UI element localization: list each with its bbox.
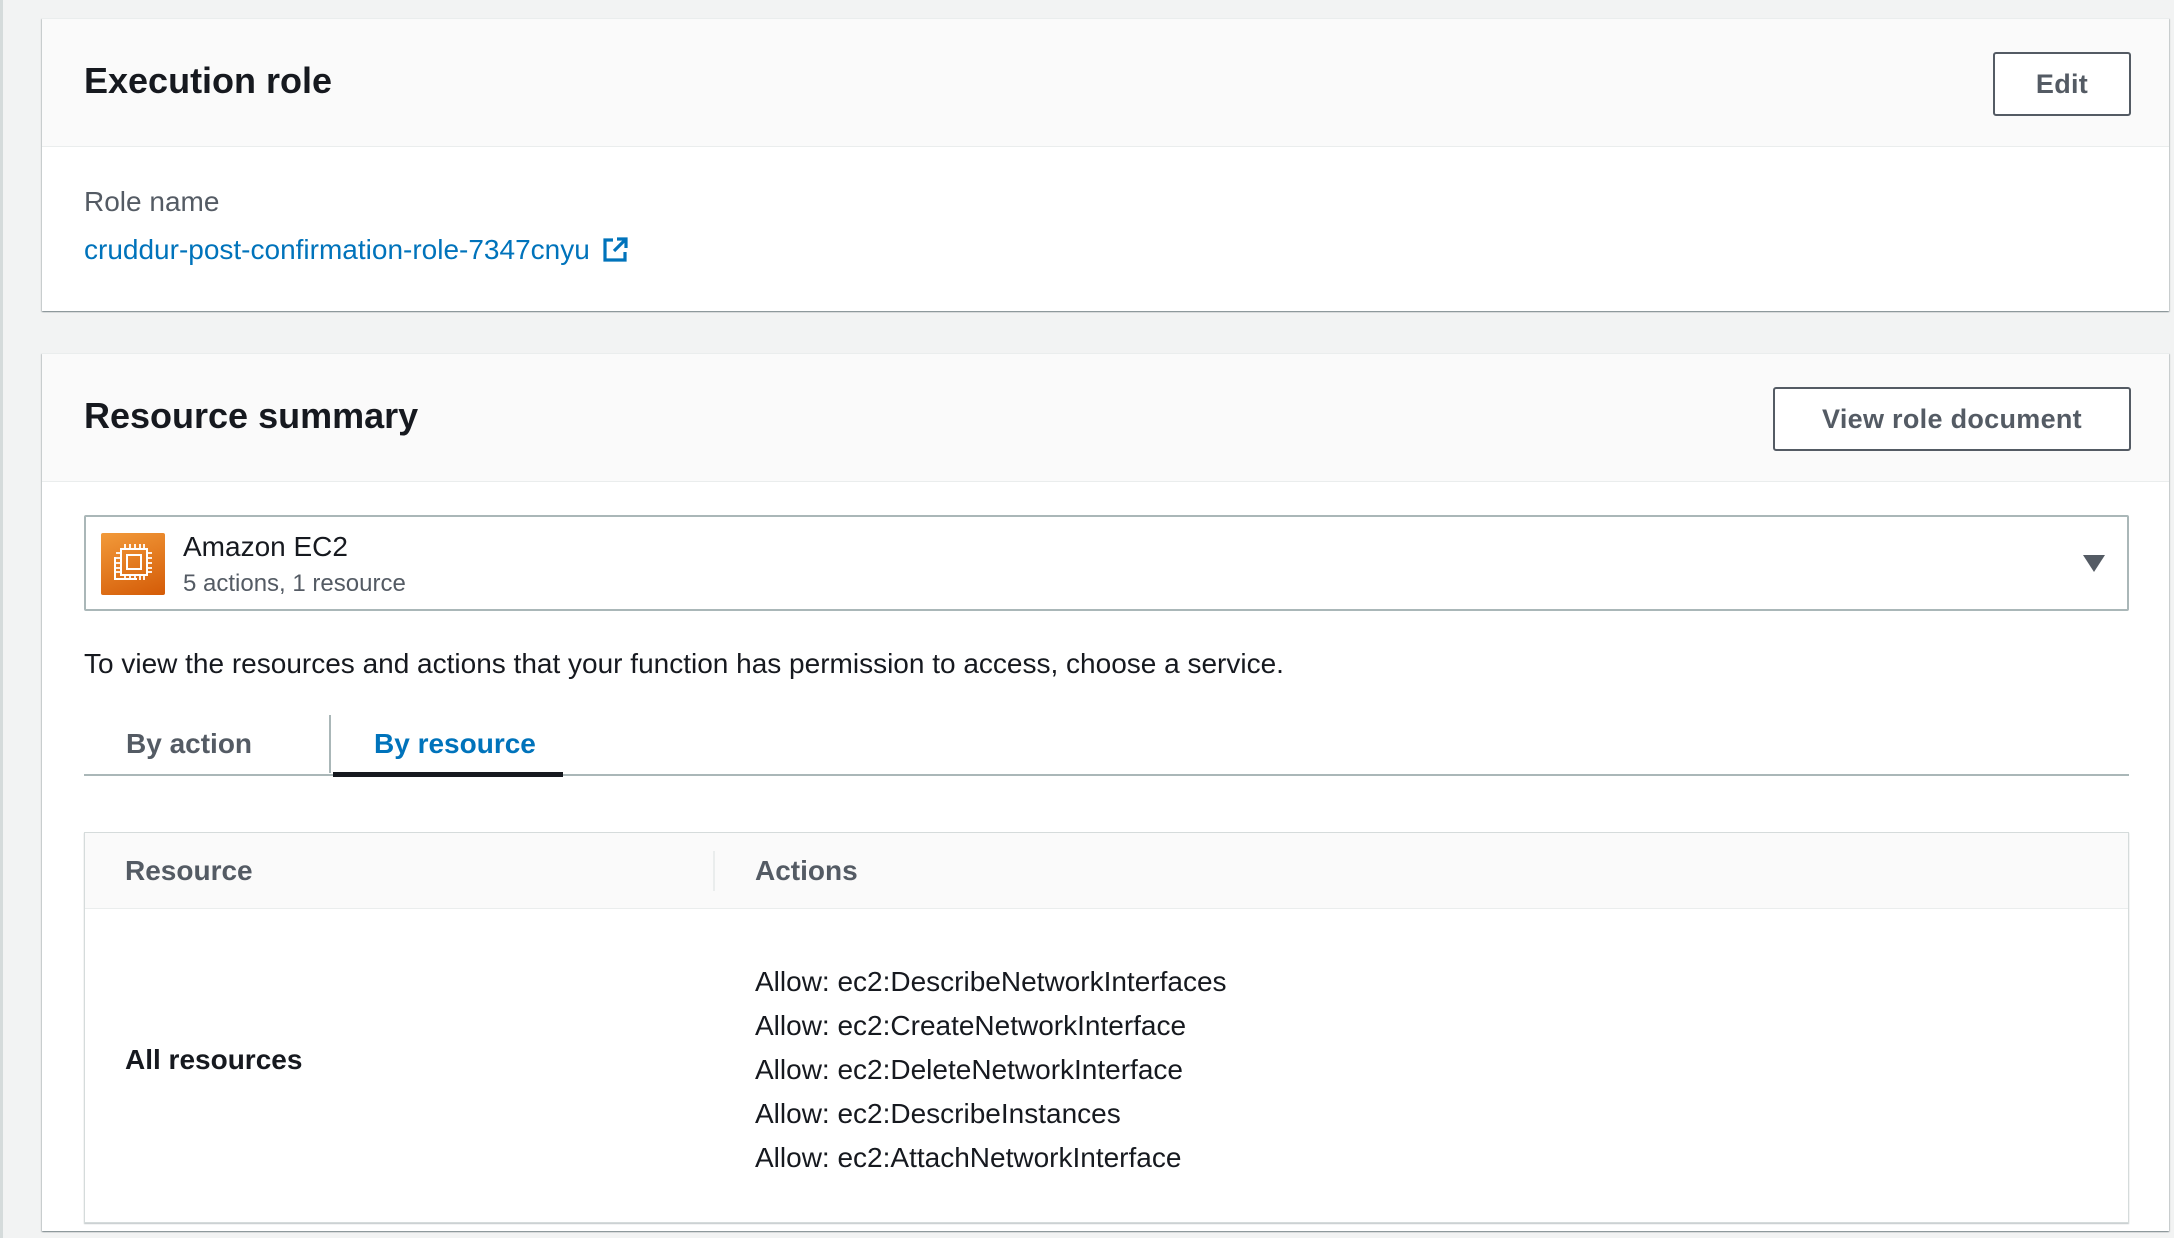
role-name-text: cruddur-post-confirmation-role-7347cnyu [84,234,590,265]
column-header-resource: Resource [125,855,253,886]
execution-role-title: Execution role [84,60,333,101]
role-name-link[interactable]: cruddur-post-confirmation-role-7347cnyu [84,232,630,268]
resource-summary-title: Resource summary [84,395,419,436]
view-role-document-button[interactable]: View role document [1773,387,2131,451]
ec2-chip-icon [101,533,165,595]
action-item: Allow: ec2:CreateNetworkInterface [755,1010,1187,1041]
execution-role-panel: Execution role Edit Role name cruddur-po… [42,18,2169,311]
service-select[interactable]: Amazon EC2 5 actions, 1 resource [84,515,2129,611]
tab-by-action[interactable]: By action [126,711,252,776]
left-rail [0,0,3,1238]
active-tab-indicator [333,772,563,777]
edit-button[interactable]: Edit [1993,52,2131,116]
caret-down-icon [2083,555,2105,572]
page: Execution role Edit Role name cruddur-po… [0,0,2174,1238]
action-item: Allow: ec2:DescribeNetworkInterfaces [755,966,1227,997]
column-divider [713,851,715,891]
action-item: Allow: ec2:AttachNetworkInterface [755,1142,1182,1173]
help-text: To view the resources and actions that y… [84,648,1284,679]
tab-divider [329,715,331,773]
action-item: Allow: ec2:DescribeInstances [755,1098,1121,1129]
service-summary: 5 actions, 1 resource [183,570,406,597]
column-header-actions: Actions [755,855,858,886]
action-item: Allow: ec2:DeleteNetworkInterface [755,1054,1183,1085]
execution-role-header: Execution role Edit [42,19,2169,147]
resource-cell: All resources [125,1044,303,1075]
view-tabs: By action By resource [84,711,2129,777]
resource-summary-header: Resource summary View role document [42,354,2169,482]
resource-summary-panel: Resource summary View role document Amaz… [42,353,2169,1231]
role-name-label: Role name [84,186,220,217]
actions-cell: Allow: ec2:DescribeNetworkInterfaces All… [755,960,1227,1180]
tab-by-resource[interactable]: By resource [374,711,536,776]
external-link-icon [600,235,630,265]
resource-table: Resource Actions All resources Allow: ec… [84,832,2129,1223]
table-header: Resource Actions [85,833,2128,909]
service-name: Amazon EC2 [183,531,348,562]
